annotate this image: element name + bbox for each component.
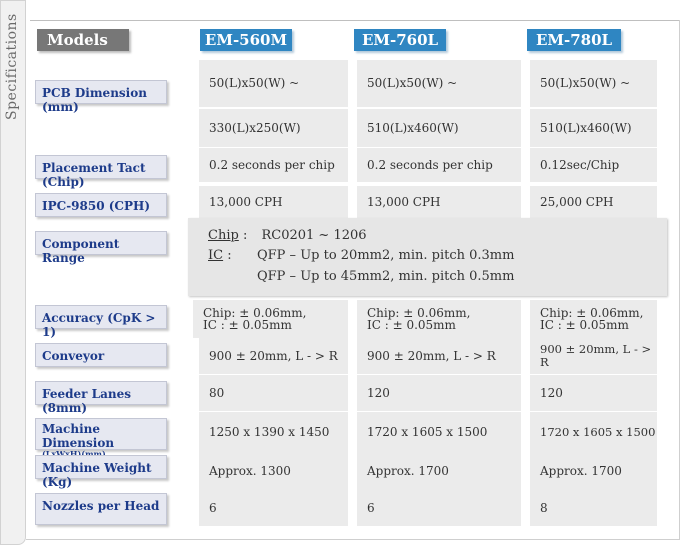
cell-accuracy-em-760l: Chip: ± 0.06mm, IC : ± 0.05mm xyxy=(357,300,521,338)
top-rule xyxy=(30,20,680,21)
range-ic-label: IC xyxy=(208,248,224,263)
cell-dimension-em-780l: 1720 x 1605 x 1500 xyxy=(530,412,657,452)
row-label-conveyor: Conveyor xyxy=(35,343,167,367)
row-label-machine-dimension: Machine Dimension (LxWxH)(mm) xyxy=(35,418,167,459)
cell-pcb-max-em-560m: 330(L)x250(W) xyxy=(199,109,348,147)
cell-tact-em-760l: 0.2 seconds per chip xyxy=(357,148,521,182)
cell-nozzles-em-780l: 8 xyxy=(530,490,657,526)
model-header-em-560m: EM-560M xyxy=(200,29,292,51)
cell-ipc-em-780l: 25,000 CPH xyxy=(530,186,657,218)
spec-sheet: Specifications Models EM-560M EM-760L EM… xyxy=(0,0,685,550)
cell-nozzles-em-760l: 6 xyxy=(357,490,521,526)
range-chip-value: RC0201 ~ 1206 xyxy=(261,228,367,243)
cell-pcb-max-em-760l: 510(L)x460(W) xyxy=(357,109,521,147)
cell-accuracy-em-780l: Chip: ± 0.06mm, IC : ± 0.05mm xyxy=(530,300,657,338)
cell-pcb-min-em-560m: 50(L)x50(W) ~ xyxy=(199,60,348,107)
side-tab: Specifications xyxy=(0,0,26,545)
range-chip-label: Chip xyxy=(208,228,239,243)
range-chip-colon: : xyxy=(238,228,248,243)
row-label-nozzles: Nozzles per Head xyxy=(35,493,167,525)
accuracy-ic-em-780l: IC : ± 0.05mm xyxy=(540,318,629,332)
cell-pcb-min-em-760l: 50(L)x50(W) ~ xyxy=(357,60,521,107)
component-range-box: Chip : RC0201 ~ 1206 IC : QFP – Up to 20… xyxy=(188,218,667,296)
cell-conveyor-em-560m: 900 ± 20mm, L - > R xyxy=(199,338,348,374)
cell-feeder-em-760l: 120 xyxy=(357,375,521,411)
cell-dimension-em-760l: 1720 x 1605 x 1500 xyxy=(357,412,521,452)
machine-dimension-label: Machine Dimension xyxy=(42,422,115,450)
cell-weight-em-560m: Approx. 1300 xyxy=(199,452,348,490)
cell-dimension-em-560m: 1250 x 1390 x 1450 xyxy=(199,412,348,452)
row-label-component-range: Component Range xyxy=(35,231,167,265)
range-ic-label-line: IC : xyxy=(208,246,232,265)
row-label-accuracy: Accuracy (CpK > 1) xyxy=(35,305,167,339)
accuracy-ic-em-760l: IC : ± 0.05mm xyxy=(367,318,456,332)
cell-weight-em-780l: Approx. 1700 xyxy=(530,452,657,490)
bottom-rule xyxy=(26,539,680,540)
row-label-machine-weight: Machine Weight (Kg) xyxy=(35,455,167,489)
model-header-em-760l: EM-760L xyxy=(354,29,446,51)
cell-accuracy-em-560m: Chip: ± 0.06mm, IC : ± 0.05mm xyxy=(193,300,348,338)
cell-feeder-em-780l: 120 xyxy=(530,375,657,411)
cell-pcb-max-em-780l: 510(L)x460(W) xyxy=(530,109,657,147)
range-ic-line-2: QFP – Up to 45mm2, min. pitch 0.5mm xyxy=(257,269,515,284)
model-header-em-780l: EM-780L xyxy=(527,29,621,51)
models-header: Models xyxy=(37,29,129,51)
cell-tact-em-780l: 0.12sec/Chip xyxy=(530,148,657,182)
right-rule xyxy=(679,20,680,540)
side-tab-label: Specifications xyxy=(4,13,20,120)
cell-feeder-em-560m: 80 xyxy=(199,375,348,411)
range-ic-colon: : xyxy=(223,248,232,263)
cell-nozzles-em-560m: 6 xyxy=(199,490,348,526)
row-label-placement-tact: Placement Tact (Chip) xyxy=(35,155,167,189)
row-label-feeder-lanes: Feeder Lanes (8mm) xyxy=(35,381,167,415)
cell-ipc-em-760l: 13,000 CPH xyxy=(357,186,521,218)
cell-conveyor-em-760l: 900 ± 20mm, L - > R xyxy=(357,338,521,374)
range-chip-line: Chip : RC0201 ~ 1206 xyxy=(208,226,367,245)
cell-weight-em-760l: Approx. 1700 xyxy=(357,452,521,490)
accuracy-ic-em-560m: IC : ± 0.05mm xyxy=(203,318,292,332)
row-label-pcb-dimension: PCB Dimension (mm) xyxy=(35,80,167,114)
range-ic-line-1: QFP – Up to 20mm2, min. pitch 0.3mm xyxy=(257,248,515,263)
cell-tact-em-560m: 0.2 seconds per chip xyxy=(199,148,348,182)
cell-pcb-min-em-780l: 50(L)x50(W) ~ xyxy=(530,60,657,107)
cell-ipc-em-560m: 13,000 CPH xyxy=(199,186,348,218)
row-label-ipc-9850: IPC-9850 (CPH) xyxy=(35,193,167,217)
cell-conveyor-em-780l: 900 ± 20mm, L - > R xyxy=(530,338,657,374)
